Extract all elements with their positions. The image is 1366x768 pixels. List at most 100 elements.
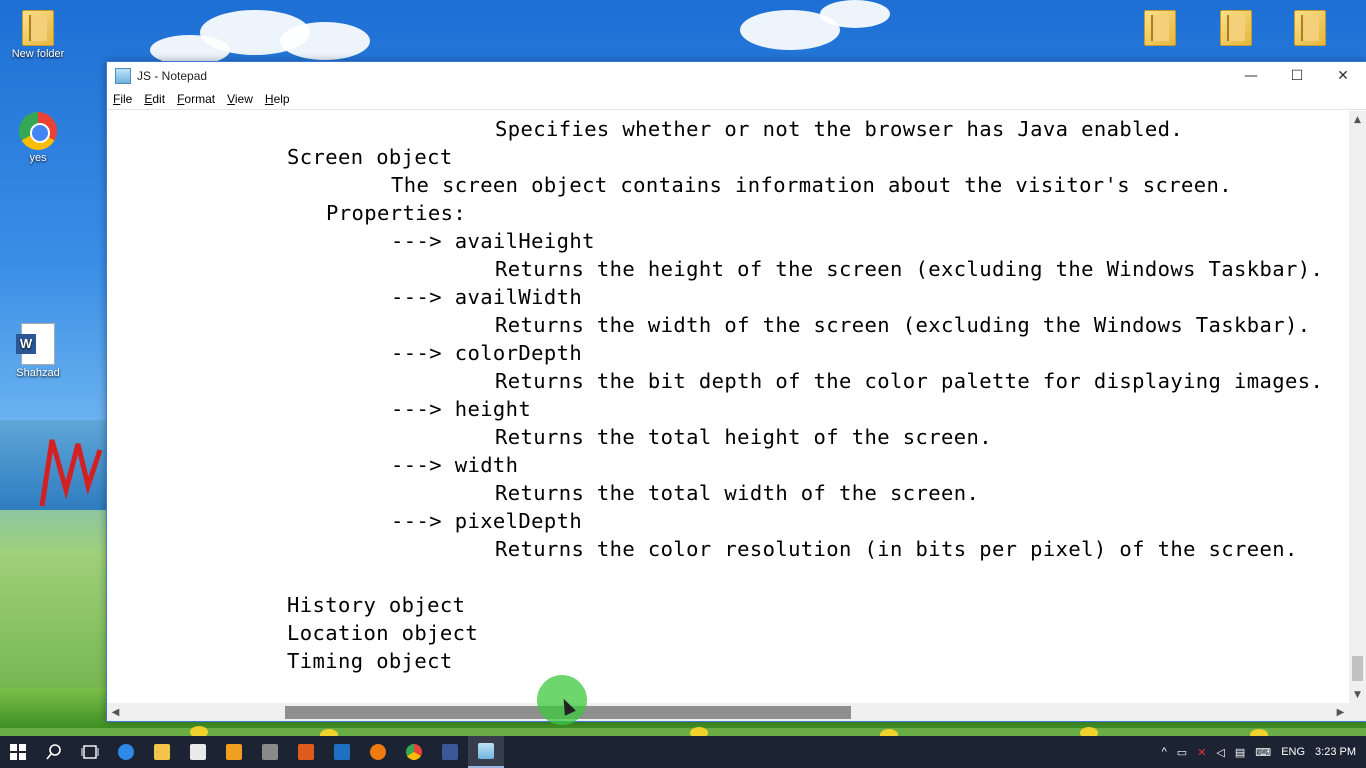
taskbar-file-explorer[interactable] (144, 736, 180, 768)
store-icon (190, 744, 206, 760)
menu-view[interactable]: View (227, 92, 253, 106)
text-line: ---> colorDepth (391, 341, 583, 365)
desktop-icon-folder[interactable] (1272, 10, 1348, 48)
desktop-icon-label: yes (29, 152, 47, 164)
window-title: JS - Notepad (137, 68, 208, 83)
text-line: The screen object contains information a… (391, 173, 1232, 197)
vertical-scroll-thumb[interactable] (1352, 656, 1363, 681)
vertical-scrollbar[interactable]: ▲ ▼ (1349, 111, 1366, 703)
taskbar-edge[interactable] (108, 736, 144, 768)
text-line: ---> width (391, 453, 519, 477)
taskbar-video-editor[interactable] (252, 736, 288, 768)
scroll-right-arrow-icon[interactable]: ▶ (1332, 703, 1349, 721)
close-button[interactable]: ✕ (1320, 62, 1366, 89)
network-icon[interactable]: ✕ (1197, 746, 1206, 759)
taskbar-notepad[interactable] (468, 736, 504, 768)
menu-help-label: elp (273, 92, 290, 106)
menu-format[interactable]: Format (177, 92, 215, 106)
notepad-icon (478, 743, 494, 759)
edge-icon (118, 744, 134, 760)
text-line: Specifies whether or not the browser has… (495, 117, 1184, 141)
taskbar-facebook[interactable] (432, 736, 468, 768)
folder-icon (154, 744, 170, 760)
taskbar-store[interactable] (180, 736, 216, 768)
desktop-icon-new-folder[interactable]: New folder (0, 10, 76, 60)
window-controls: — ☐ ✕ (1228, 62, 1366, 89)
word-document-icon (16, 323, 55, 365)
folder-icon (1144, 10, 1176, 46)
desktop-icon-chrome[interactable]: yes (0, 112, 76, 164)
windows-logo-icon (10, 744, 26, 760)
taskbar-media-player[interactable] (216, 736, 252, 768)
desktop-icon-folder[interactable] (1198, 10, 1274, 48)
taskbar-chrome[interactable] (396, 736, 432, 768)
start-button[interactable] (0, 736, 36, 768)
text-line: ---> height (391, 397, 532, 421)
text-line: Returns the height of the screen (exclud… (495, 257, 1324, 281)
volume-icon[interactable]: ◁ (1216, 746, 1224, 759)
language-indicator[interactable]: ENG (1281, 746, 1305, 758)
menu-view-label: iew (234, 92, 253, 106)
text-line: Returns the width of the screen (excludi… (495, 313, 1311, 337)
desktop-icon-label: New folder (11, 48, 65, 60)
menu-file-label: ile (120, 92, 133, 106)
menu-edit[interactable]: Edit (144, 92, 165, 106)
task-view-button[interactable] (72, 736, 108, 768)
menu-view-mnemonic: V (227, 92, 235, 106)
text-line: History object (287, 593, 466, 617)
task-view-icon (81, 745, 99, 759)
text-line: Screen object (287, 145, 453, 169)
text-line: Returns the total width of the screen. (495, 481, 980, 505)
notepad-window: JS - Notepad — ☐ ✕ File Edit Format View… (106, 61, 1366, 722)
taskbar-app[interactable] (288, 736, 324, 768)
keyboard-icon[interactable]: ⌨ (1255, 746, 1271, 759)
minimize-button[interactable]: — (1228, 62, 1274, 89)
red-scribble-decoration (39, 439, 102, 507)
menu-bar: File Edit Format View Help (107, 89, 1366, 110)
desktop-icon-word-doc[interactable]: Shahzad (0, 323, 76, 379)
system-tray: ^ ▭ ✕ ◁ ▤ ⌨ ENG 3:23 PM (1162, 736, 1366, 768)
clapperboard-icon (262, 744, 278, 760)
text-line: Properties: (326, 201, 467, 225)
menu-edit-label: dit (152, 92, 166, 106)
taskbar-outlook[interactable] (324, 736, 360, 768)
title-bar[interactable]: JS - Notepad — ☐ ✕ (107, 62, 1366, 89)
folder-icon (22, 10, 54, 46)
mail-icon (334, 744, 350, 760)
media-player-icon (226, 744, 242, 760)
text-line: Returns the color resolution (in bits pe… (495, 537, 1298, 561)
text-line: Returns the bit depth of the color palet… (495, 369, 1324, 393)
menu-file[interactable]: File (113, 92, 132, 106)
taskbar-app[interactable] (360, 736, 396, 768)
text-line: Timing object (287, 649, 453, 673)
folder-icon (1220, 10, 1252, 46)
text-line: Returns the total height of the screen. (495, 425, 992, 449)
facebook-icon (442, 744, 458, 760)
scroll-up-arrow-icon[interactable]: ▲ (1349, 111, 1366, 128)
taskbar: ^ ▭ ✕ ◁ ▤ ⌨ ENG 3:23 PM (0, 736, 1366, 768)
menu-format-label: ormat (184, 92, 216, 106)
clock[interactable]: 3:23 PM (1315, 746, 1356, 758)
desktop-icon-label: Shahzad (16, 367, 60, 379)
starburst-icon (370, 744, 386, 760)
search-button[interactable] (36, 736, 72, 768)
folder-icon (1294, 10, 1326, 46)
text-line: Location object (287, 621, 479, 645)
action-center-icon[interactable]: ▤ (1235, 746, 1245, 759)
menu-help[interactable]: Help (265, 92, 290, 106)
cloud-decoration (280, 22, 370, 60)
show-hidden-icons-icon[interactable]: ^ (1162, 746, 1167, 758)
chrome-icon (406, 744, 422, 760)
notepad-icon (115, 67, 131, 84)
scroll-left-arrow-icon[interactable]: ◀ (107, 703, 124, 721)
battery-icon[interactable]: ▭ (1177, 746, 1187, 759)
scroll-down-arrow-icon[interactable]: ▼ (1349, 686, 1366, 703)
maximize-button[interactable]: ☐ (1274, 62, 1320, 89)
text-line: ---> availHeight (391, 229, 595, 253)
text-editor-area[interactable]: Specifies whether or not the browser has… (107, 111, 1349, 703)
chrome-icon (19, 112, 57, 150)
menu-help-mnemonic: H (264, 92, 274, 106)
text-line: ---> availWidth (391, 285, 583, 309)
horizontal-scrollbar[interactable]: ◀ ▶ (107, 703, 1349, 721)
desktop-icon-folder[interactable] (1122, 10, 1198, 48)
